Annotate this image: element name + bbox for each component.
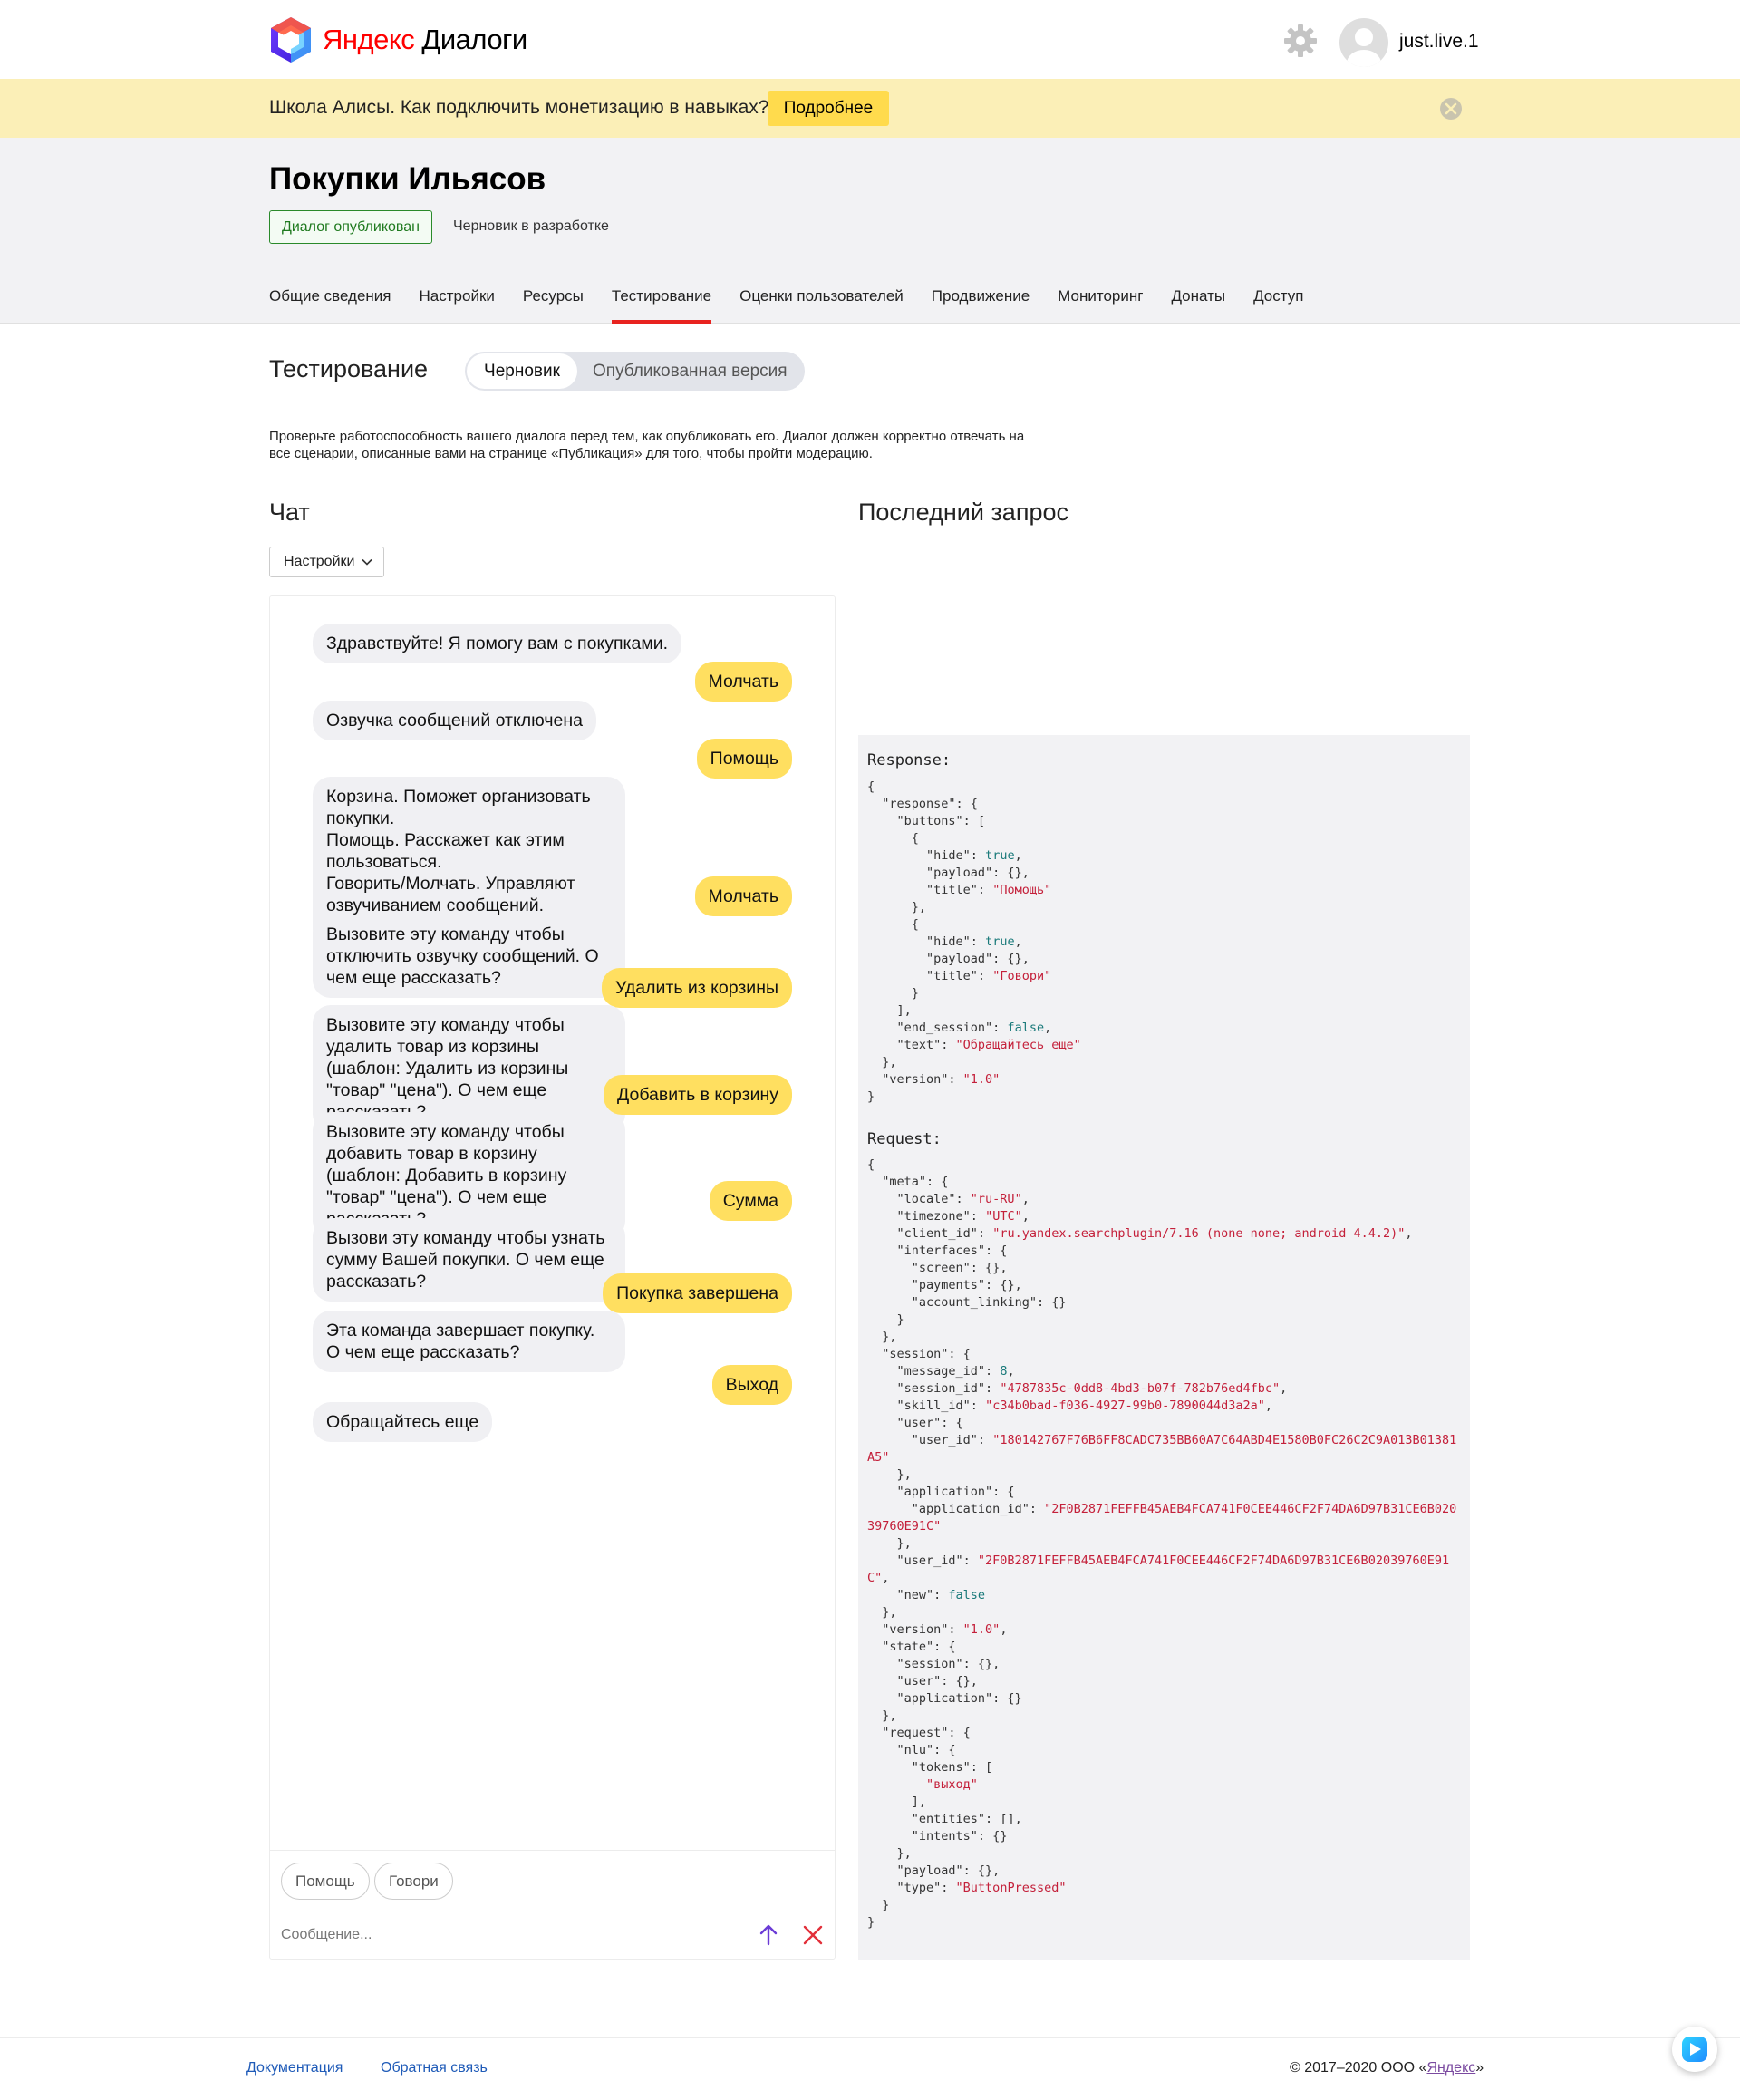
tab-ratings[interactable]: Оценки пользователей [740,287,904,324]
chevron-down-icon [362,558,372,566]
bot-message: Вызовите эту команду чтобы отключить озв… [313,915,625,998]
bot-message: Эта команда завершает покупку. О чем еще… [313,1311,625,1372]
alice-assistant-button[interactable] [1672,2027,1717,2072]
footer-docs-link[interactable]: Документация [246,2060,343,2076]
close-icon[interactable] [1439,97,1463,121]
copyright-yandex-link[interactable]: Яндекс [1426,2060,1475,2076]
brand-title[interactable]: Яндекс Диалоги [323,24,527,56]
user-message: Помощь [696,739,792,779]
message-composer [270,1911,835,1959]
json-log-panel: Response: { "response": { "buttons": [ {… [858,735,1470,1960]
tab-resources[interactable]: Ресурсы [523,287,584,324]
promo-banner: Школа Алисы. Как подключить монетизацию … [0,79,1740,138]
page-title: Покупки Ильясов [269,161,546,197]
yandex-dialogs-logo-icon[interactable] [269,15,313,64]
suggestion-chip-speak[interactable]: Говори [374,1863,453,1900]
brand-suffix: Диалоги [414,24,527,55]
testing-description: Проверьте работоспособность вашего диало… [269,429,1025,461]
skill-header: Покупки Ильясов Диалог опубликован Черно… [0,138,1740,324]
chat-title: Чат [269,498,310,526]
switch-draft[interactable]: Черновик [467,353,577,389]
user-message: Сумма [709,1181,792,1221]
banner-text: Школа Алисы. Как подключить монетизацию … [269,97,769,118]
status-badge-published: Диалог опубликован [269,210,432,244]
version-switch: Черновик Опубликованная версия [465,352,805,391]
tab-access[interactable]: Доступ [1253,287,1303,324]
copyright-prefix: © 2017–2020 ООО « [1290,2060,1427,2076]
message-input[interactable] [281,1919,734,1951]
request-json: { "meta": { "locale": "ru-RU", "timezone… [867,1157,1457,1930]
user-message: Выход [711,1365,792,1405]
footer: Документация Обратная связь © 2017–2020 … [0,2037,1740,2100]
status-draft-label: Черновик в разработке [453,218,609,234]
response-label: Response: [867,751,952,769]
chat-settings-label: Настройки [284,554,355,569]
tab-donations[interactable]: Донаты [1171,287,1225,324]
bot-message: Здравствуйте! Я помогу вам с покупками. [313,624,682,663]
user-message: Молчать [694,876,792,916]
bot-message: Вызови эту команду чтобы узнать сумму Ва… [313,1218,625,1302]
copyright: © 2017–2020 ООО «Яндекс» [1290,2060,1484,2076]
user-message: Покупка завершена [603,1273,792,1313]
request-label: Request: [867,1130,942,1148]
top-header: Яндекс Диалоги just.live.1 [0,0,1740,79]
switch-published[interactable]: Опубликованная версия [593,352,788,391]
testing-title: Тестирование [269,355,429,382]
tab-general[interactable]: Общие сведения [269,287,392,324]
chat-settings-dropdown[interactable]: Настройки [269,547,384,577]
user-message: Удалить из корзины [602,968,792,1008]
suggestions-bar: Помощь Говори [270,1850,835,1911]
user-message: Добавить в корзину [604,1075,792,1115]
tab-testing[interactable]: Тестирование [611,287,712,324]
tab-promotion[interactable]: Продвижение [932,287,1030,324]
footer-feedback-link[interactable]: Обратная связь [381,2060,488,2076]
bot-message: Озвучка сообщений отключена [313,701,596,740]
last-request-title: Последний запрос [858,498,1068,526]
bot-message: Обращайтесь еще [313,1402,493,1442]
response-json: { "response": { "buttons": [ { "hide": t… [867,779,1081,1104]
banner-more-button[interactable]: Подробнее [768,91,889,126]
user-message: Молчать [694,662,792,702]
alice-icon [1682,2037,1707,2062]
chat-window: Здравствуйте! Я помогу вам с покупками. М… [269,595,836,1960]
brand-prefix: Яндекс [323,24,415,55]
tab-settings[interactable]: Настройки [420,287,495,324]
suggestion-chip-help[interactable]: Помощь [281,1863,370,1900]
username[interactable]: just.live.1 [1399,31,1479,53]
user-avatar-icon [1347,28,1381,67]
gear-icon[interactable] [1283,24,1318,58]
clear-chat-icon[interactable] [801,1923,825,1947]
avatar[interactable] [1339,18,1388,67]
copyright-suffix: » [1475,2060,1484,2076]
send-arrow-icon[interactable] [756,1922,781,1948]
skill-tabs: Общие сведения Настройки Ресурсы Тестиро… [269,287,1331,324]
tab-monitoring[interactable]: Мониторинг [1058,287,1143,324]
